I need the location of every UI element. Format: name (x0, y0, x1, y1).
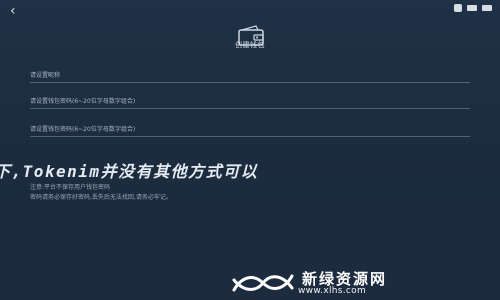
password-placeholder: 请设置钱包密码(6~20位字母数字组合) (30, 98, 136, 105)
nickname-field[interactable]: 请设置昵称 (30, 70, 470, 84)
page-title: 创建钱包 (235, 41, 265, 49)
battery-icon (482, 5, 492, 11)
confirm-password-placeholder: 请设置钱包密码(6~20位字母数字组合) (30, 126, 136, 133)
field-underline (30, 82, 470, 83)
app-screen: ‹ 创建钱包 请设置昵称 请设置钱包密码(6~20位字母数字组合) 请设置钱包密… (0, 0, 500, 300)
field-underline (30, 136, 470, 137)
hint-line-1: 注意:平台不保存用户钱包密码 (30, 184, 111, 191)
watermark-url: www.xlhs.com (298, 286, 367, 296)
site-watermark: 新绿资源网 www.xlhs.com (232, 266, 490, 298)
nickname-placeholder: 请设置昵称 (30, 72, 61, 79)
system-status-icons (454, 4, 492, 12)
notification-icon (454, 4, 462, 12)
brand-logo-icon (232, 274, 294, 292)
status-bar: ‹ (0, 0, 500, 22)
password-field[interactable]: 请设置钱包密码(6~20位字母数字组合) (30, 96, 470, 110)
hint-line-2: 密码请务必保存好密码,丢失后无法找回,请务必牢记。 (30, 194, 172, 201)
confirm-password-field[interactable]: 请设置钱包密码(6~20位字母数字组合) (30, 124, 470, 138)
field-underline (30, 108, 470, 109)
signal-icon (467, 5, 477, 11)
overlay-caption: 下,Tokenim并没有其他方式可以 (0, 162, 259, 181)
back-arrow-icon[interactable]: ‹ (10, 3, 26, 19)
